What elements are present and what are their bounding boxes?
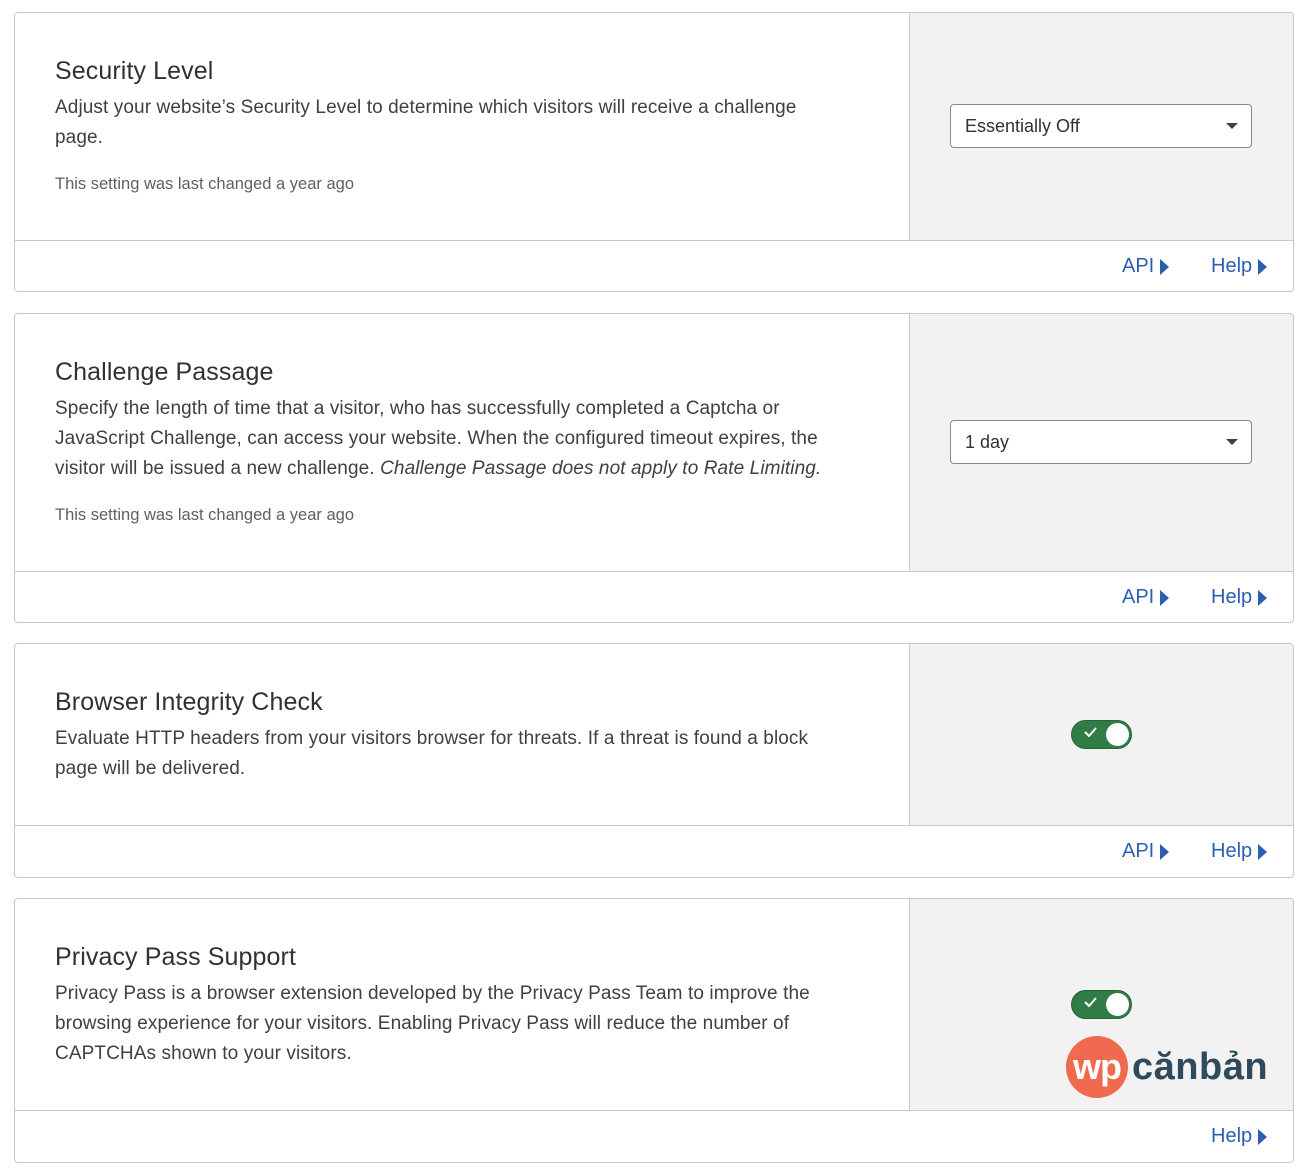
card-text: Security Level Adjust your website’s Sec…	[15, 13, 910, 240]
caret-right-icon	[1258, 843, 1268, 860]
help-link[interactable]: Help	[1211, 255, 1268, 278]
api-link[interactable]: API	[1122, 255, 1170, 278]
control-panel: 1 day	[910, 314, 1293, 571]
toggle-knob	[1106, 723, 1129, 746]
description-italic: Challenge Passage does not apply to Rate…	[380, 458, 822, 479]
challenge-passage-select[interactable]: 1 day	[950, 420, 1252, 464]
card-body: Security Level Adjust your website’s Sec…	[15, 13, 1293, 241]
help-link[interactable]: Help	[1211, 840, 1268, 863]
control-panel: wp cănbản	[910, 899, 1293, 1110]
caret-right-icon	[1258, 258, 1268, 275]
card-footer: Help	[15, 1111, 1293, 1162]
challenge-passage-card: Challenge Passage Specify the length of …	[14, 313, 1294, 623]
help-link-label: Help	[1211, 1125, 1253, 1147]
toggle-knob	[1106, 993, 1129, 1016]
caret-right-icon	[1160, 843, 1170, 860]
card-body: Privacy Pass Support Privacy Pass is a b…	[15, 899, 1293, 1111]
caret-right-icon	[1160, 589, 1170, 606]
card-description: Privacy Pass is a browser extension deve…	[55, 983, 810, 1064]
api-link[interactable]: API	[1122, 586, 1170, 609]
chevron-down-icon	[1226, 123, 1238, 129]
card-body: Challenge Passage Specify the length of …	[15, 314, 1293, 572]
card-footer: API Help	[15, 826, 1293, 877]
card-title: Security Level	[55, 57, 214, 85]
api-link-label: API	[1122, 840, 1155, 862]
card-text: Browser Integrity Check Evaluate HTTP he…	[15, 644, 910, 825]
help-link-label: Help	[1211, 840, 1253, 862]
card-footer: API Help	[15, 241, 1293, 291]
card-text: Privacy Pass Support Privacy Pass is a b…	[15, 899, 910, 1110]
last-changed-note: This setting was last changed a year ago	[55, 506, 355, 524]
check-icon	[1084, 727, 1097, 737]
card-title: Browser Integrity Check	[55, 688, 323, 716]
browser-integrity-toggle[interactable]	[1071, 720, 1132, 749]
help-link[interactable]: Help	[1211, 1125, 1268, 1148]
help-link[interactable]: Help	[1211, 586, 1268, 609]
card-footer: API Help	[15, 572, 1293, 622]
last-changed-note: This setting was last changed a year ago	[55, 175, 355, 193]
select-value: Essentially Off	[965, 115, 1080, 136]
card-description: Evaluate HTTP headers from your visitors…	[55, 728, 809, 779]
control-panel: Essentially Off	[910, 13, 1293, 240]
control-panel	[910, 644, 1293, 825]
api-link[interactable]: API	[1122, 840, 1170, 863]
caret-right-icon	[1258, 1128, 1268, 1145]
privacy-pass-toggle[interactable]	[1071, 990, 1132, 1019]
card-description: Specify the length of time that a visito…	[55, 394, 855, 484]
privacy-pass-card: Privacy Pass Support Privacy Pass is a b…	[14, 898, 1294, 1163]
logo-text: cănbản	[1132, 1045, 1269, 1088]
card-body: Browser Integrity Check Evaluate HTTP he…	[15, 644, 1293, 826]
help-link-label: Help	[1211, 255, 1253, 277]
wpcanban-watermark-logo: wp cănbản	[1066, 1036, 1268, 1098]
api-link-label: API	[1122, 586, 1155, 608]
logo-circle: wp	[1066, 1036, 1128, 1098]
check-icon	[1084, 997, 1097, 1007]
security-level-card: Security Level Adjust your website’s Sec…	[14, 12, 1294, 292]
api-link-label: API	[1122, 255, 1155, 277]
card-title: Privacy Pass Support	[55, 943, 296, 971]
select-value: 1 day	[965, 431, 1010, 452]
card-text: Challenge Passage Specify the length of …	[15, 314, 910, 571]
chevron-down-icon	[1226, 439, 1238, 445]
card-title: Challenge Passage	[55, 358, 274, 386]
card-description: Adjust your website’s Security Level to …	[55, 97, 797, 148]
security-level-select[interactable]: Essentially Off	[950, 104, 1252, 148]
caret-right-icon	[1258, 589, 1268, 606]
caret-right-icon	[1160, 258, 1170, 275]
browser-integrity-card: Browser Integrity Check Evaluate HTTP he…	[14, 643, 1294, 878]
help-link-label: Help	[1211, 586, 1253, 608]
